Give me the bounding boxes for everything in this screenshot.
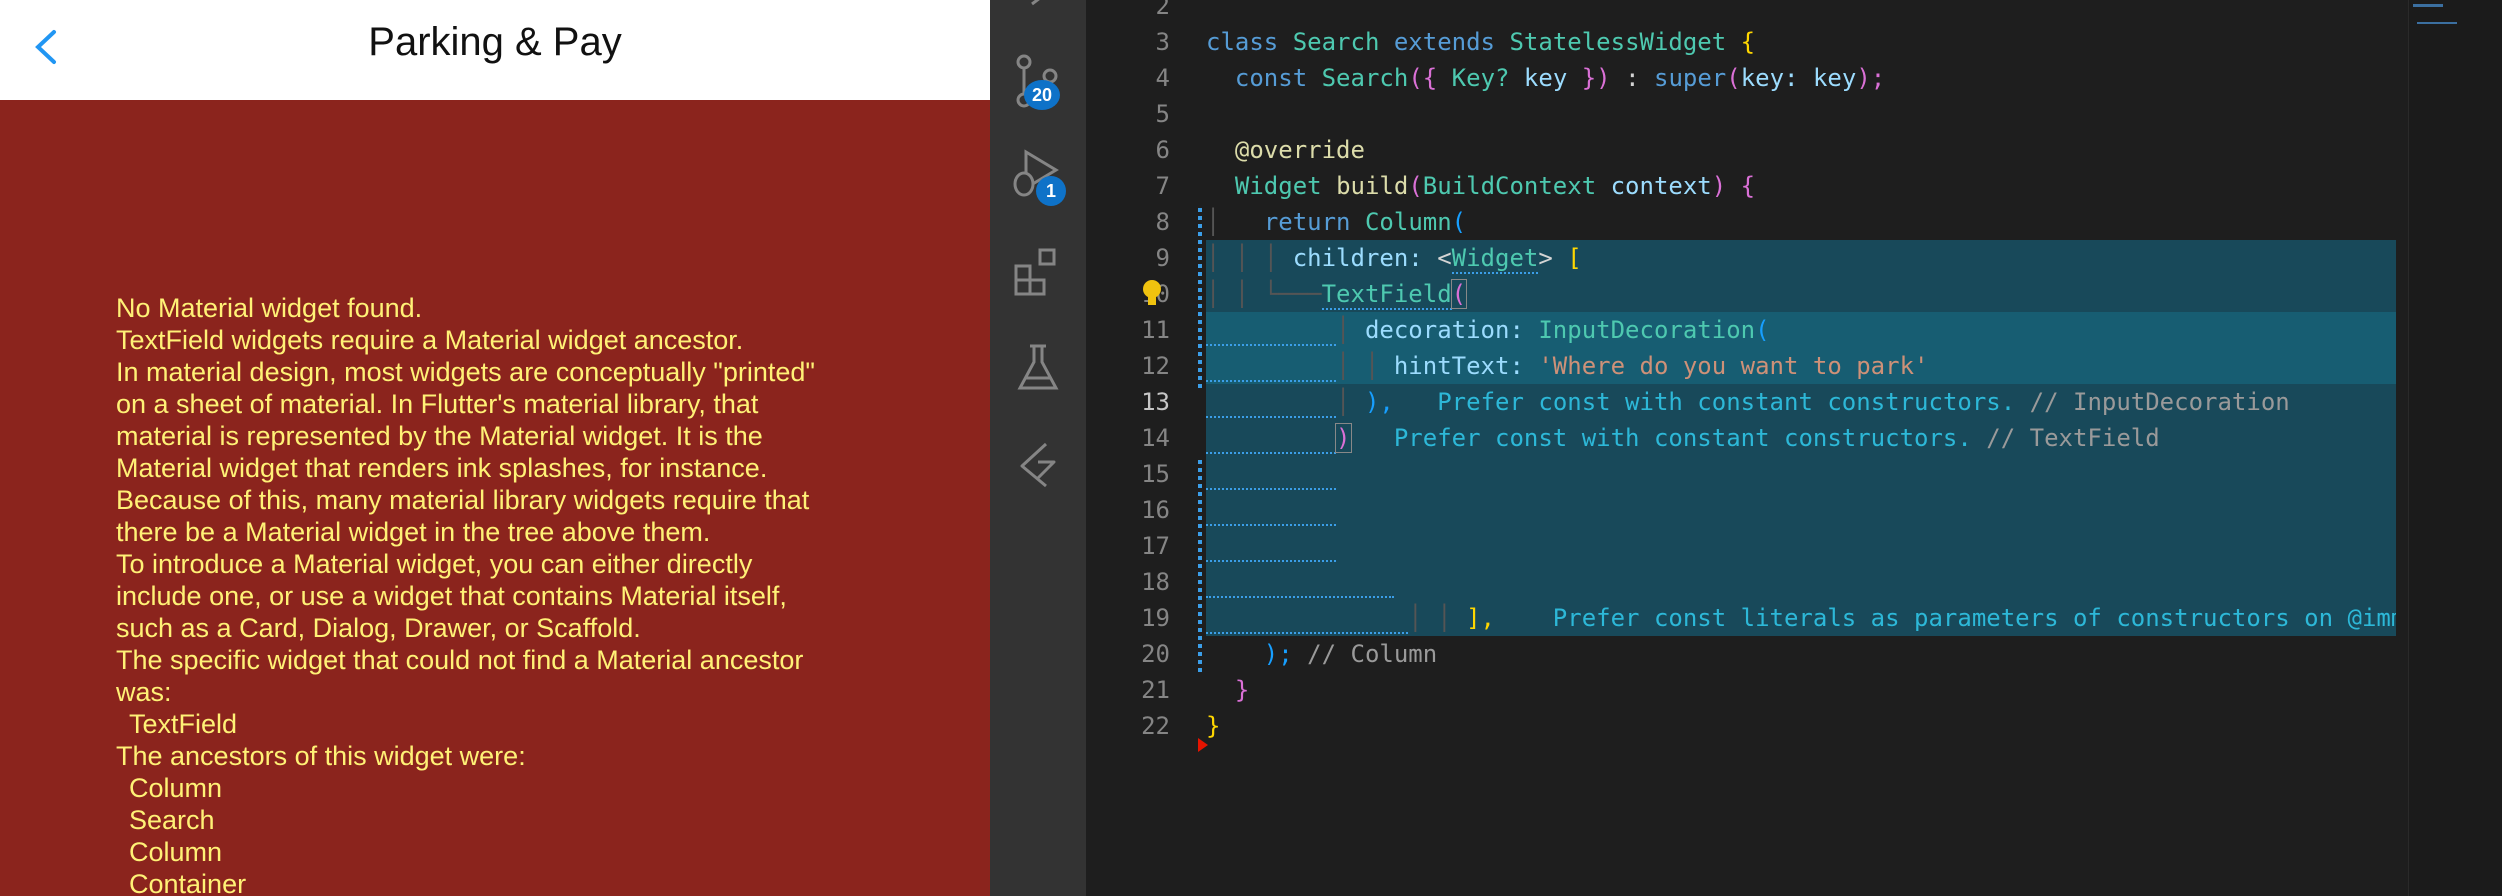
error-line: such as a Card, Dialog, Drawer, or Scaff… <box>116 613 641 643</box>
error-line: Search <box>129 805 215 835</box>
lightbulb-icon[interactable] <box>1140 278 1164 310</box>
line-number: 20 <box>1141 640 1170 668</box>
error-line: Column <box>129 773 223 803</box>
line-number: 21 <box>1141 676 1170 704</box>
error-line: Container <box>129 869 247 896</box>
code-line: const Search({ Key? key }) : super(key: … <box>1234 64 1886 92</box>
app-bar-title: Parking & Pay <box>368 20 622 64</box>
code-editor[interactable]: class Search extends StatelessWidget { c… <box>1206 0 2396 896</box>
activity-bar: 20 1 <box>990 0 1086 896</box>
error-line: was: <box>116 677 172 707</box>
code-line <box>1206 564 2396 600</box>
line-number: 6 <box>1155 136 1170 164</box>
dirty-diff-bar <box>1198 460 1202 676</box>
code-line <box>1206 456 2396 492</box>
chevron-icon[interactable] <box>1010 0 1066 10</box>
code-line: class Search extends StatelessWidget { <box>1206 28 1756 56</box>
line-number: 15 <box>1141 460 1170 488</box>
line-number: 14 <box>1141 424 1170 452</box>
code-line: │ │ │ children: <Widget> [ <box>1206 240 2396 276</box>
error-line: include one, or use a widget that contai… <box>116 581 787 611</box>
error-line: The ancestors of this widget were: <box>116 741 526 771</box>
line-number: 8 <box>1155 208 1170 236</box>
code-line: @override <box>1234 136 1365 164</box>
error-line: there be a Material widget in the tree a… <box>116 517 711 547</box>
line-number: 2 <box>1155 0 1170 20</box>
error-line: TextField <box>129 709 238 739</box>
code-line: } <box>1206 712 1221 740</box>
minimap-line <box>2413 4 2443 7</box>
code-line: } <box>1234 676 1250 704</box>
error-line: To introduce a Material widget, you can … <box>116 549 753 579</box>
code-line: ) Prefer const with constant constructor… <box>1206 420 2396 456</box>
code-line: ); // Column <box>1263 640 1438 668</box>
line-number: 4 <box>1155 64 1170 92</box>
error-line: Because of this, many material library w… <box>116 485 810 515</box>
source-control-button[interactable]: 20 <box>1010 52 1066 112</box>
line-number-active: 13 <box>1141 388 1170 416</box>
code-line <box>1206 492 2396 528</box>
flutter-app-preview: Parking & Pay No Material widget found. … <box>0 0 990 896</box>
error-line: Material widget that renders ink splashe… <box>116 453 768 483</box>
error-line: TextField widgets require a Material wid… <box>116 325 744 355</box>
minimap-line <box>2417 22 2457 24</box>
vscode-window: 20 1 2 3 4 5 6 7 8 9 11 12 13 14 15 16 1… <box>990 0 2502 896</box>
line-number: 12 <box>1141 352 1170 380</box>
line-number: 3 <box>1155 28 1170 56</box>
extensions-icon[interactable] <box>1010 244 1066 300</box>
line-number: 5 <box>1155 100 1170 128</box>
run-debug-badge: 1 <box>1036 176 1066 206</box>
error-line: The specific widget that could not find … <box>116 645 804 675</box>
minimap[interactable] <box>2408 0 2502 896</box>
line-number: 18 <box>1141 568 1170 596</box>
source-control-badge: 20 <box>1024 80 1060 110</box>
code-line: Widget build(BuildContext context) { <box>1234 172 1756 200</box>
code-line-active: │ ), Prefer const with constant construc… <box>1206 384 2396 420</box>
app-bar: Parking & Pay <box>0 0 990 100</box>
error-message: No Material widget found. TextField widg… <box>116 292 876 896</box>
line-number: 17 <box>1141 532 1170 560</box>
error-line: In material design, most widgets are con… <box>116 357 816 387</box>
line-number: 22 <box>1141 712 1170 740</box>
run-debug-button[interactable]: 1 <box>1010 148 1066 208</box>
line-number: 11 <box>1141 316 1170 344</box>
line-number: 19 <box>1141 604 1170 632</box>
line-number: 9 <box>1155 244 1170 272</box>
error-line: material is represented by the Material … <box>116 421 763 451</box>
error-line: No Material widget found. <box>116 293 423 323</box>
code-line <box>1206 528 2396 564</box>
code-line: │ │ ], Prefer const literals as paramete… <box>1206 600 2396 636</box>
line-number: 7 <box>1155 172 1170 200</box>
line-number-gutter: 2 3 4 5 6 7 8 9 10 11 12 13 14 15 16 17 … <box>1086 0 1208 896</box>
line-number: 16 <box>1141 496 1170 524</box>
code-line: │ return Column( <box>1206 208 1467 236</box>
code-line: │ │ └───TextField( <box>1206 276 2396 312</box>
dirty-diff-bar <box>1198 208 1202 388</box>
error-line: Column <box>129 837 223 867</box>
code-line: │ │ hintText: 'Where do you want to park… <box>1206 348 2396 384</box>
testing-icon[interactable] <box>1010 340 1066 396</box>
error-line: on a sheet of material. In Flutter's mat… <box>116 389 759 419</box>
flutter-icon[interactable] <box>1010 436 1066 492</box>
code-line: │ decoration: InputDecoration( <box>1206 312 2396 348</box>
